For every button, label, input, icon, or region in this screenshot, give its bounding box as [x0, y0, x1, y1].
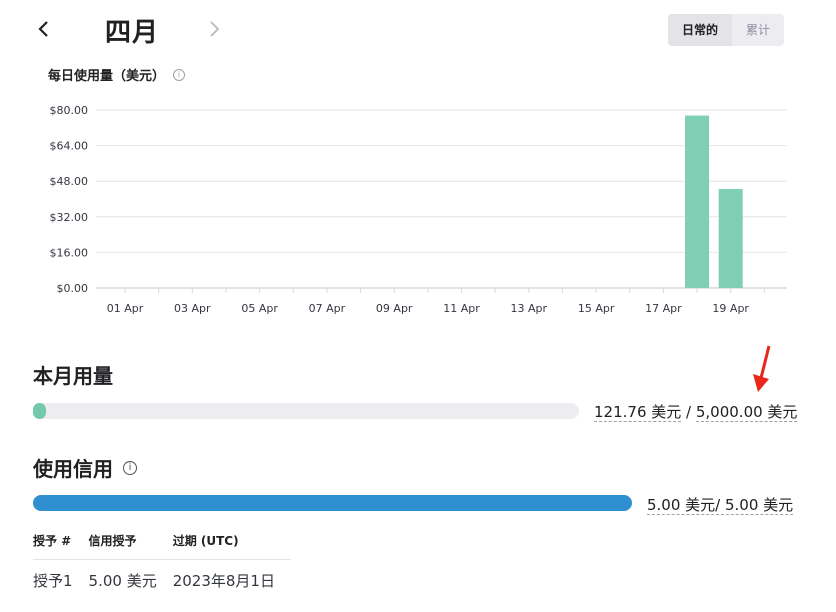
- grants-col-grant-number: 授予 #: [33, 534, 72, 548]
- y-tick-label: $16.00: [50, 246, 89, 259]
- chevron-right-icon: [210, 21, 220, 37]
- x-tick-label: 09 Apr: [376, 302, 413, 315]
- x-tick-label: 03 Apr: [174, 302, 211, 315]
- credit-progress-track: [33, 495, 632, 511]
- grant-expiry-cell: 2023年8月1日: [172, 559, 291, 591]
- daily-usage-title-text: 每日使用量（美元）: [48, 69, 166, 84]
- credit-progress-fill: [33, 495, 632, 511]
- monthly-usage-title-text: 本月用量: [33, 364, 113, 388]
- grants-table: 授予 # 信用授予 过期 (UTC) 授予1 5.00 美元 2023年8月1日: [33, 532, 291, 591]
- y-tick-label: $48.00: [50, 175, 89, 188]
- toggle-cumulative[interactable]: 累计: [732, 14, 784, 46]
- monthly-usage-progress-fill: [33, 403, 47, 419]
- chevron-left-icon: [38, 21, 48, 37]
- month-title: 四月: [105, 18, 160, 48]
- x-tick-label: 15 Apr: [578, 302, 615, 315]
- x-tick-label: 13 Apr: [511, 302, 548, 315]
- credit-amount: 5.00 美元/ 5.00 美元: [647, 494, 794, 515]
- monthly-usage-used: 121.76 美元: [594, 403, 682, 422]
- y-tick-label: $80.00: [50, 104, 89, 117]
- table-row: 授予1 5.00 美元 2023年8月1日: [33, 559, 291, 591]
- next-month-button[interactable]: [206, 18, 222, 45]
- x-tick-label: 11 Apr: [443, 302, 480, 315]
- chart-bar[interactable]: [685, 115, 710, 288]
- credit-usage-title-text: 使用信用: [33, 457, 113, 481]
- x-tick-label: 17 Apr: [645, 302, 682, 315]
- toggle-daily[interactable]: 日常的: [668, 14, 733, 46]
- grants-table-header-row: 授予 # 信用授予 过期 (UTC): [33, 532, 291, 560]
- info-icon[interactable]: i: [173, 68, 186, 81]
- grant-amount-cell: 5.00 美元: [88, 559, 173, 591]
- view-toggle: 日常的 累计: [668, 14, 785, 46]
- monthly-usage-progress-track: [33, 403, 579, 419]
- monthly-usage-separator: /: [681, 403, 696, 421]
- x-tick-label: 05 Apr: [241, 302, 278, 315]
- previous-month-button[interactable]: [36, 18, 52, 45]
- y-tick-label: $0.00: [57, 282, 89, 295]
- red-arrow-annotation: [753, 345, 771, 392]
- y-tick-label: $64.00: [50, 140, 89, 153]
- daily-usage-chart: $0.00 $16.00 $32.00 $48.00 $64.00 $80.00 01 Ap…: [50, 104, 787, 315]
- grants-col-credit-grant: 信用授予: [88, 534, 137, 548]
- chart-bar[interactable]: [718, 188, 743, 288]
- y-tick-label: $32.00: [50, 211, 89, 224]
- credit-summary: 5.00 美元/ 5.00 美元: [647, 496, 794, 515]
- x-tick-label: 01 Apr: [107, 302, 144, 315]
- info-icon[interactable]: i: [123, 460, 137, 475]
- x-tick-label: 07 Apr: [309, 302, 346, 315]
- credit-usage-title: 使用信用 i: [33, 453, 137, 482]
- grant-number-cell: 授予1: [33, 559, 89, 591]
- x-tick-label: 19 Apr: [712, 302, 749, 315]
- daily-usage-title: 每日使用量（美元） i: [48, 65, 186, 84]
- monthly-usage-title: 本月用量: [33, 360, 113, 389]
- grants-col-expiry: 过期 (UTC): [172, 534, 239, 548]
- monthly-usage-amount: 121.76 美元 / 5,000.00 美元: [594, 401, 798, 422]
- monthly-usage-limit[interactable]: 5,000.00 美元: [695, 403, 798, 422]
